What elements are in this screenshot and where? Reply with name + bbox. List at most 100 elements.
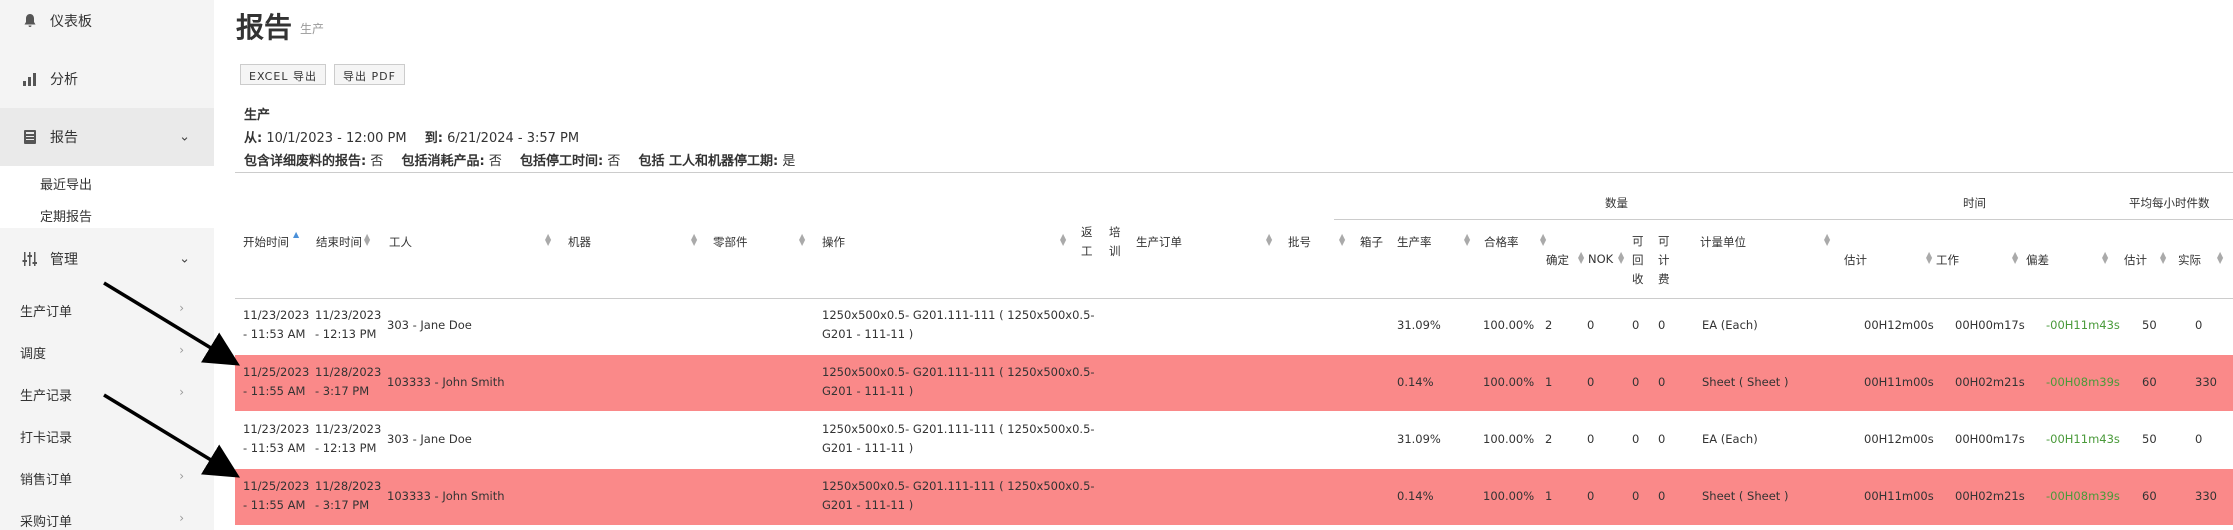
sort-icon[interactable]: ▲ ▼: [1824, 233, 1830, 247]
sort-icon[interactable]: ▲ ▼: [1618, 251, 1624, 265]
cell-estimated-time: 00H11m00s: [1864, 489, 1934, 503]
sort-icon[interactable]: ▲ ▼: [1540, 233, 1546, 247]
annotation-arrow: [103, 393, 240, 478]
cell-billable: 0: [1658, 318, 1666, 332]
cell-avg-estimated: 50: [2142, 318, 2157, 332]
col-training-2[interactable]: 训: [1109, 243, 1121, 259]
annotation-arrow: [103, 281, 240, 366]
cell-worker: 303 - Jane Doe: [387, 318, 472, 332]
col-avg-estimated[interactable]: 估计: [2124, 252, 2147, 268]
col-ok[interactable]: 确定: [1546, 252, 1569, 268]
col-unit[interactable]: 计量单位: [1700, 234, 1746, 250]
cell-nok: 0: [1587, 432, 1595, 446]
col-operation[interactable]: 操作: [822, 234, 845, 250]
cell-unit: Sheet ( Sheet ): [1702, 375, 1789, 389]
col-machine[interactable]: 机器: [568, 234, 591, 250]
cell-production-rate: 0.14%: [1397, 489, 1434, 503]
col-billable-3[interactable]: 费: [1658, 271, 1670, 287]
col-billable-1[interactable]: 可: [1658, 233, 1670, 249]
col-pass-rate[interactable]: 合格率: [1484, 234, 1519, 250]
to-value: 6/21/2024 - 3:57 PM: [447, 131, 580, 146]
sort-icon[interactable]: ▲ ▼: [2102, 251, 2108, 265]
from-value: 10/1/2023 - 12:00 PM: [266, 131, 407, 146]
col-billable-2[interactable]: 计: [1658, 252, 1670, 268]
col-part[interactable]: 零部件: [713, 234, 748, 250]
cell-billable: 0: [1658, 375, 1666, 389]
col-production-rate[interactable]: 生产率: [1397, 234, 1432, 250]
sort-icon[interactable]: ▲ ▼: [2012, 251, 2018, 265]
col-recyclable-3[interactable]: 收: [1632, 271, 1644, 287]
cell-end-date: 11/23/2023: [315, 422, 382, 436]
cell-end-time: - 12:13 PM: [315, 441, 377, 455]
sort-icon[interactable]: ▲ ▼: [1578, 251, 1584, 265]
sort-icon[interactable]: ▲ ▼: [691, 233, 697, 247]
cell-operation-line2: G201 - 111-11 ): [822, 441, 914, 455]
cell-work-time: 00H02m21s: [1955, 489, 2025, 503]
cell-pass-rate: 100.00%: [1483, 375, 1535, 389]
sort-icon[interactable]: ▲ ▼: [545, 233, 551, 247]
option-label: 包括消耗产品:: [401, 154, 485, 169]
sort-asc-icon[interactable]: ▲: [293, 231, 299, 239]
cell-ok: 1: [1545, 489, 1553, 503]
table-row[interactable]: 11/23/2023 - 11:53 AM 11/23/2023 - 12:13…: [235, 298, 2233, 354]
col-nok[interactable]: NOK: [1588, 252, 1613, 266]
cell-operation-line1: 1250x500x0.5- G201.111-111 ( 1250x500x0.…: [822, 365, 1095, 379]
cell-ok: 2: [1545, 432, 1553, 446]
cell-worker: 303 - Jane Doe: [387, 432, 472, 446]
divider: [235, 172, 2233, 173]
cell-ok: 1: [1545, 375, 1553, 389]
cell-production-rate: 0.14%: [1397, 375, 1434, 389]
divider: [1334, 219, 2233, 220]
cell-estimated-time: 00H12m00s: [1864, 318, 1934, 332]
col-work-time[interactable]: 工作: [1936, 252, 1959, 268]
option-label: 包括 工人和机器停工期:: [638, 154, 779, 169]
col-production-order[interactable]: 生产订单: [1136, 234, 1182, 250]
pdf-export-button[interactable]: 导出 PDF: [334, 64, 405, 85]
cell-deviation: -00H11m43s: [2046, 432, 2120, 446]
col-batch[interactable]: 批号: [1288, 234, 1311, 250]
sort-icon[interactable]: ▲ ▼: [1266, 233, 1272, 247]
cell-deviation: -00H08m39s: [2046, 489, 2120, 503]
col-rework-1[interactable]: 返: [1081, 224, 1093, 240]
main-content: 报告 生产 EXCEL 导出 导出 PDF 生产 从: 10/1/2023 - …: [214, 0, 2233, 530]
sort-icon[interactable]: ▲ ▼: [1060, 233, 1066, 247]
group-header-time: 时间: [1963, 196, 1986, 210]
sort-icon[interactable]: ▲ ▼: [364, 233, 370, 247]
cell-end-time: - 3:17 PM: [315, 384, 370, 398]
sort-icon[interactable]: ▲ ▼: [2217, 251, 2223, 265]
cell-recyclable: 0: [1632, 318, 1640, 332]
table-row[interactable]: 11/25/2023 - 11:55 AM 11/28/2023 - 3:17 …: [235, 469, 2233, 525]
col-worker[interactable]: 工人: [389, 234, 412, 250]
cell-unit: EA (Each): [1702, 432, 1758, 446]
col-avg-actual[interactable]: 实际: [2178, 252, 2201, 268]
cell-avg-actual: 0: [2195, 432, 2203, 446]
col-box[interactable]: 箱子: [1360, 234, 1383, 250]
col-rework-2[interactable]: 工: [1081, 243, 1093, 259]
table-row[interactable]: 11/25/2023 - 11:55 AM 11/28/2023 - 3:17 …: [235, 355, 2233, 411]
cell-avg-estimated: 60: [2142, 489, 2157, 503]
col-recyclable-1[interactable]: 可: [1632, 233, 1644, 249]
col-deviation[interactable]: 偏差: [2026, 252, 2049, 268]
col-training-1[interactable]: 培: [1109, 224, 1121, 240]
cell-operation-line2: G201 - 111-11 ): [822, 384, 914, 398]
col-end-time[interactable]: 结束时间: [316, 234, 362, 250]
option-value: 否: [370, 154, 384, 169]
cell-avg-actual: 330: [2195, 489, 2217, 503]
cell-recyclable: 0: [1632, 432, 1640, 446]
sort-icon[interactable]: ▲ ▼: [2160, 251, 2166, 265]
sort-icon[interactable]: ▲ ▼: [799, 233, 805, 247]
group-header-quantity: 数量: [1605, 196, 1628, 210]
table-row[interactable]: 11/23/2023 - 11:53 AM 11/23/2023 - 12:13…: [235, 412, 2233, 468]
sort-icon[interactable]: ▲ ▼: [1926, 251, 1932, 265]
option-label: 包含详细废料的报告:: [244, 154, 367, 169]
group-header-avg: 平均每小时件数: [2129, 196, 2210, 210]
col-recyclable-2[interactable]: 回: [1632, 252, 1644, 268]
cell-production-rate: 31.09%: [1397, 318, 1441, 332]
cell-avg-actual: 0: [2195, 318, 2203, 332]
cell-operation-line2: G201 - 111-11 ): [822, 327, 914, 341]
page-subtitle: 生产: [300, 22, 325, 36]
sort-icon[interactable]: ▲ ▼: [1464, 233, 1470, 247]
to-label: 到:: [424, 131, 443, 146]
col-estimated-time[interactable]: 估计: [1844, 252, 1867, 268]
sort-icon[interactable]: ▲ ▼: [1339, 233, 1345, 247]
